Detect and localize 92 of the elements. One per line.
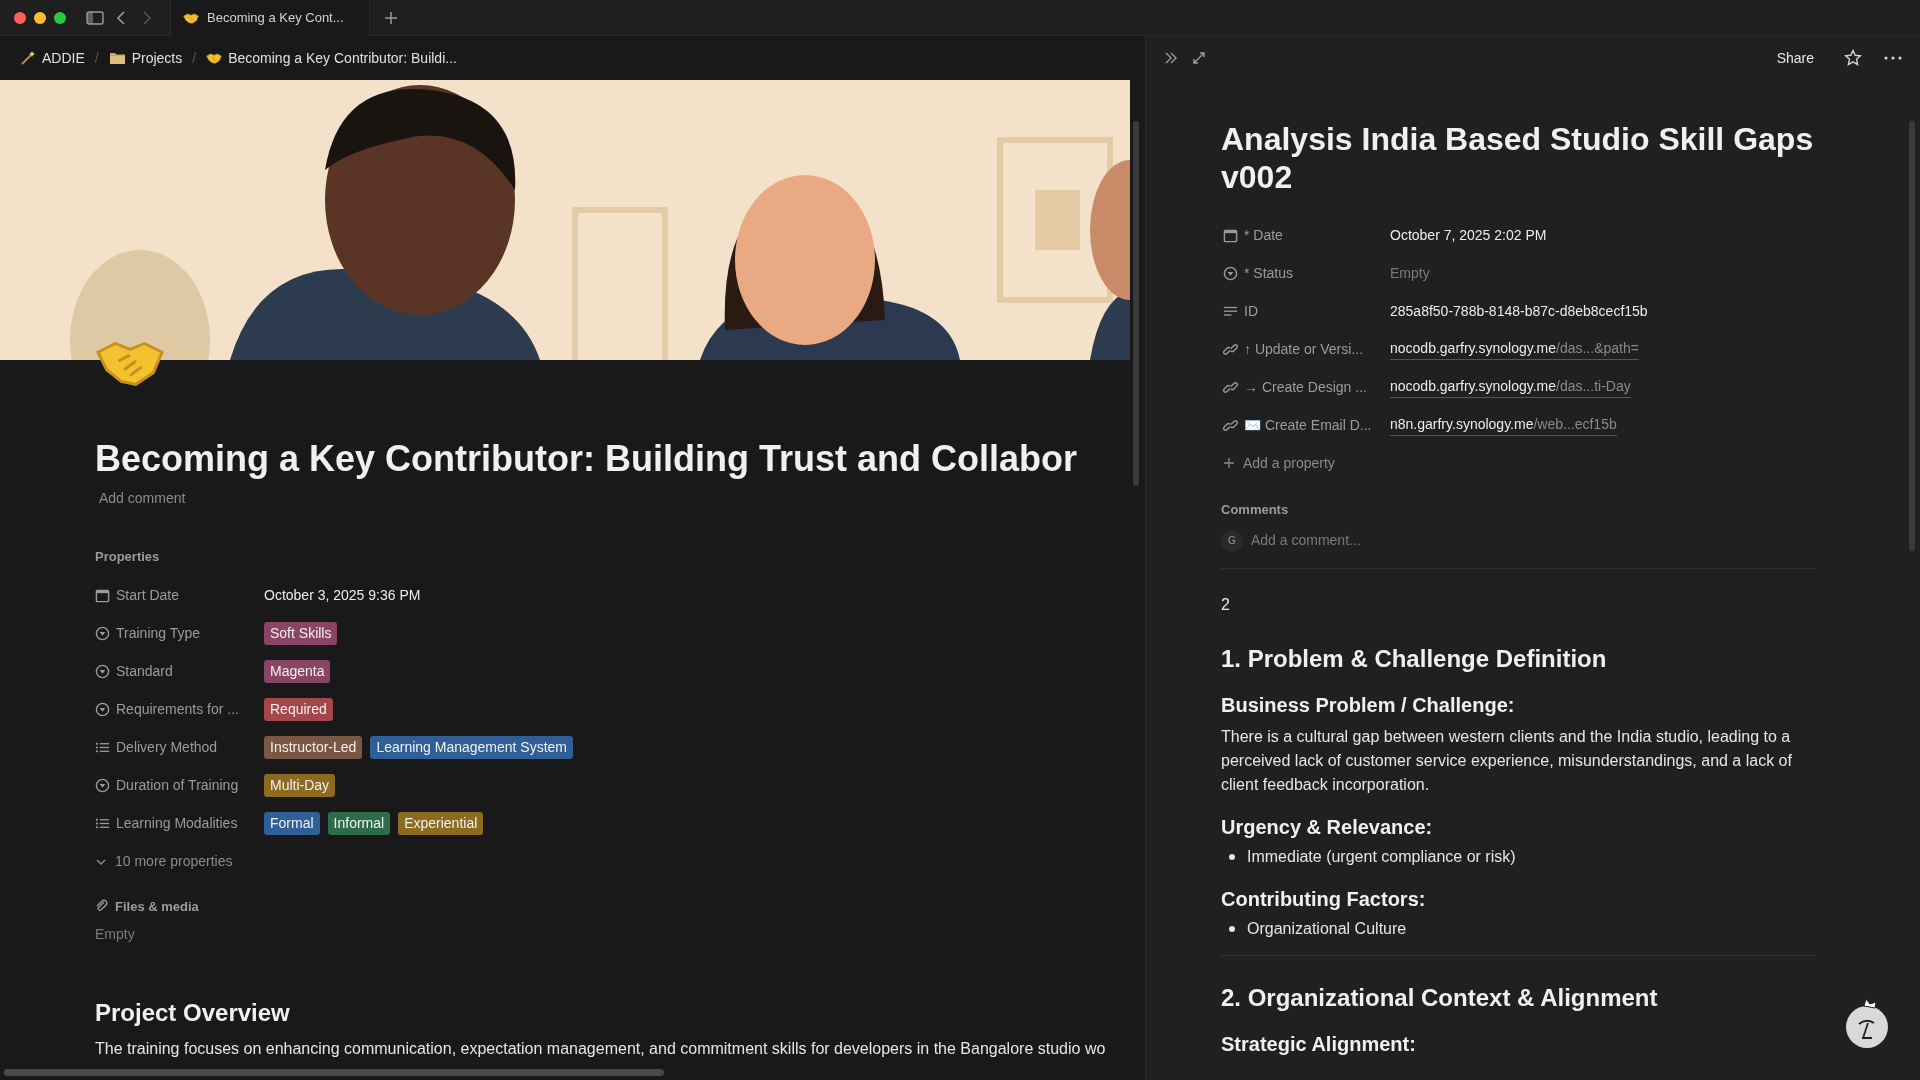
tag: Magenta — [264, 660, 331, 683]
dropdown-circle-icon — [1223, 265, 1238, 281]
dropdown-circle-icon — [95, 664, 110, 679]
tag: Learning Management System — [370, 736, 574, 759]
sidebar-toggle-icon[interactable] — [86, 10, 104, 25]
horizontal-scrollbar[interactable] — [4, 1069, 664, 1076]
bullet-icon — [1229, 925, 1235, 932]
vertical-scrollbar[interactable] — [1909, 121, 1915, 551]
property-label[interactable]: Start Date — [116, 585, 180, 606]
property-value[interactable]: October 3, 2025 9:36 PM — [264, 585, 421, 606]
bullet-icon — [1229, 853, 1235, 860]
property-value[interactable]: 285a8f50-788b-8148-b87c-d8eb8cecf15b — [1390, 300, 1648, 322]
handshake-icon — [206, 50, 223, 66]
close-window-button[interactable] — [14, 11, 26, 24]
page-title: Becoming a Key Contributor: Building Trust and Collabor — [95, 437, 1078, 481]
body-text: 2 — [1221, 594, 1231, 615]
tag: Informal — [327, 812, 391, 835]
add-comment-button[interactable]: Add comment — [99, 488, 186, 509]
subheading: Contributing Factors: — [1221, 886, 1427, 912]
tag: Instructor-Led — [264, 736, 363, 759]
double-chevron-icon[interactable] — [1164, 51, 1178, 65]
properties-heading: Properties — [95, 548, 161, 566]
paperclip-icon — [95, 899, 109, 914]
back-icon[interactable] — [116, 10, 126, 25]
browser-tab[interactable]: Becoming a Key Cont... — [170, 0, 370, 36]
property-label[interactable]: * Date — [1244, 224, 1283, 246]
minimize-window-button[interactable] — [34, 11, 46, 24]
list-icon — [95, 816, 110, 831]
star-icon[interactable] — [1844, 49, 1862, 67]
calendar-icon — [1223, 227, 1238, 243]
new-tab-icon[interactable] — [384, 10, 398, 25]
breadcrumb-separator: / — [192, 48, 197, 68]
section-heading: 1. Problem & Challenge Definition — [1221, 643, 1608, 674]
zoom-window-button[interactable] — [54, 11, 66, 24]
subheading: Business Problem / Challenge: — [1221, 692, 1516, 718]
body-text: The training focuses on enhancing communication, expectation management, and commitment skills for developers in the Bangalore studio wo — [95, 1039, 1107, 1059]
tag: Soft Skills — [264, 622, 338, 645]
add-property-button[interactable]: Add a property — [1221, 444, 1335, 482]
folder-icon — [108, 50, 126, 66]
property-label[interactable]: Requirements for ... — [116, 699, 239, 720]
property-link[interactable]: nocodb.garfry.synology.me/das...&path= — [1390, 338, 1639, 360]
property-link[interactable]: nocodb.garfry.synology.me/das...ti-Day — [1390, 376, 1631, 398]
wand-icon — [20, 50, 36, 66]
breadcrumb-separator: / — [94, 48, 99, 68]
property-label[interactable]: → Create Design ... — [1244, 376, 1367, 398]
property-value[interactable]: October 7, 2025 2:02 PM — [1390, 224, 1547, 246]
body-text: There is a cultural gap between western clients and the India studio, leading to a perceived lack of customer service experience, misunderstandings, and a lack of client feedback incorporation. — [1221, 726, 1793, 795]
breadcrumb-item[interactable]: ADDIE — [18, 47, 87, 69]
expand-icon[interactable] — [1192, 51, 1206, 65]
more-properties-toggle[interactable]: 10 more properties — [95, 842, 233, 881]
property-label[interactable]: Training Type — [116, 623, 201, 644]
breadcrumb-item[interactable]: Projects — [106, 47, 185, 69]
tag: Multi-Day — [264, 774, 336, 797]
section-heading: Project Overview — [95, 998, 291, 1028]
property-label[interactable]: ID — [1244, 300, 1258, 322]
vertical-scrollbar[interactable] — [1133, 121, 1139, 486]
subheading: Strategic Alignment: — [1221, 1031, 1417, 1057]
files-label: Files & media — [115, 897, 199, 916]
property-label[interactable]: ↑ Update or Versi... — [1244, 338, 1364, 360]
dropdown-circle-icon — [95, 778, 110, 793]
share-button[interactable]: Share — [1772, 47, 1818, 69]
assistant-icon[interactable] — [1844, 996, 1890, 1050]
tag: Experiential — [398, 812, 484, 835]
bullet-text: Immediate (urgent compliance or risk) — [1247, 846, 1516, 867]
section-heading: 2. Organizational Context & Alignment — [1221, 982, 1659, 1013]
avatar: G — [1221, 529, 1243, 552]
property-label[interactable]: Learning Modalities — [116, 813, 238, 834]
breadcrumb-item[interactable]: Becoming a Key Contributor: Buildi... — [204, 47, 459, 69]
tag: Required — [264, 698, 333, 721]
dropdown-circle-icon — [95, 626, 110, 641]
property-link[interactable]: n8n.garfry.synology.me/web...ecf15b — [1390, 414, 1617, 436]
subheading: Urgency & Relevance: — [1221, 814, 1434, 840]
link-icon — [1223, 417, 1238, 433]
property-label[interactable]: ✉ Create Email D... — [1244, 414, 1372, 436]
list-icon — [95, 740, 110, 755]
files-value[interactable]: Empty — [95, 924, 135, 945]
link-icon — [1223, 379, 1238, 395]
calendar-icon — [95, 588, 110, 603]
property-label[interactable]: Delivery Method — [116, 737, 218, 758]
link-icon — [1223, 341, 1238, 357]
plus-icon — [1223, 457, 1235, 469]
property-label[interactable]: Duration of Training — [116, 775, 239, 796]
tag: Formal — [264, 812, 320, 835]
more-icon[interactable] — [1884, 56, 1902, 60]
property-value[interactable]: Empty — [1390, 262, 1430, 284]
dropdown-circle-icon — [95, 702, 110, 717]
comments-heading: Comments — [1221, 501, 1290, 519]
comment-field[interactable]: Add a comment... — [1251, 530, 1816, 551]
property-label[interactable]: * Status — [1244, 262, 1294, 284]
property-label[interactable]: Standard — [116, 661, 173, 682]
page-title: Analysis India Based Studio Skill Gaps v002 — [1221, 120, 1815, 196]
bullet-text: Organizational Culture — [1247, 918, 1407, 939]
